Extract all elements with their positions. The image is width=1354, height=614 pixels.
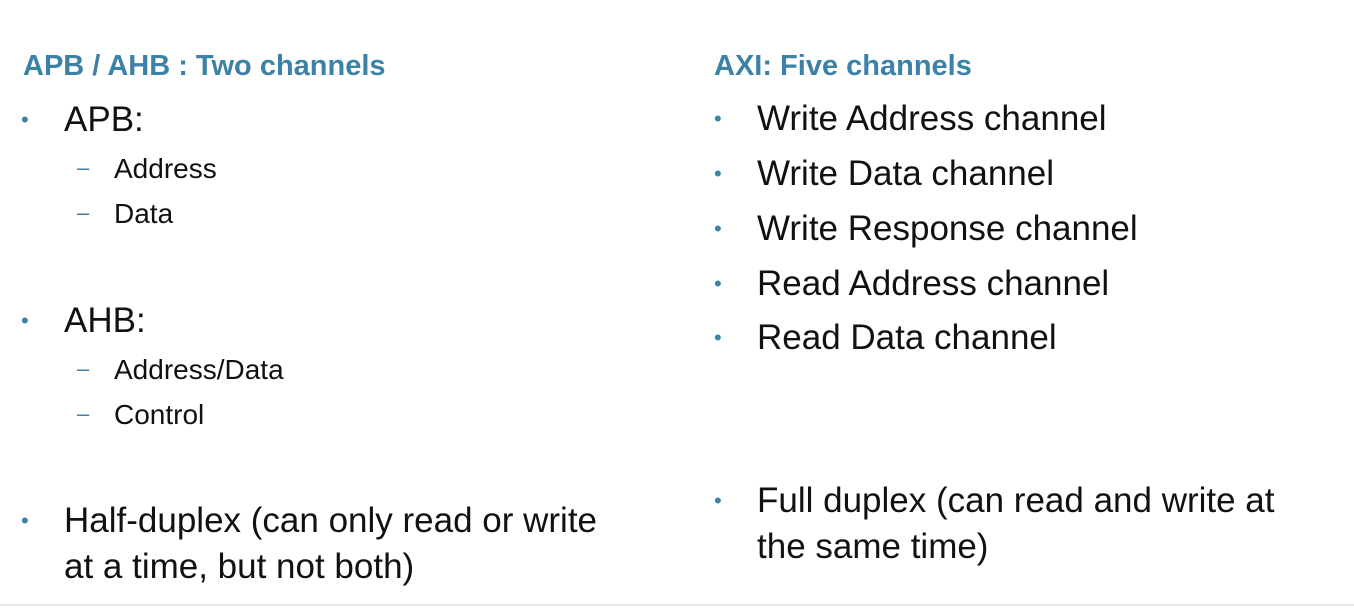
axi-channel-item: • Write Data channel <box>714 151 1055 197</box>
apb-sub-item: – Address <box>77 152 217 186</box>
apb-sub-label: Address <box>114 153 217 184</box>
axi-channel-item: • Write Address channel <box>714 96 1107 142</box>
bullet-dot-icon: • <box>21 107 29 132</box>
dash-icon: – <box>77 401 90 426</box>
bottom-divider <box>0 604 1354 606</box>
full-duplex-line-1: Full duplex (can read and write at <box>757 481 1275 520</box>
axi-channel-label: Write Data channel <box>757 154 1055 193</box>
half-duplex-line-1: Half-duplex (can only read or write <box>64 501 598 540</box>
half-duplex-line-2: at a time, but not both) <box>64 547 415 586</box>
bullet-dot-icon: • <box>714 106 722 131</box>
axi-channel-label: Write Response channel <box>757 209 1138 248</box>
axi-channel-item: • Write Response channel <box>714 206 1138 252</box>
bullet-dot-icon: • <box>714 271 722 296</box>
apb-sub-label: Data <box>114 198 174 229</box>
axi-channel-label: Read Data channel <box>757 318 1057 357</box>
ahb-sub-label: Address/Data <box>114 354 284 385</box>
bullet-dot-icon: • <box>714 216 722 241</box>
ahb-sub-item: – Control <box>77 398 205 432</box>
apb-bullet: • APB: <box>21 97 144 143</box>
bullet-dot-icon: • <box>714 325 722 350</box>
bullet-dot-icon: • <box>21 508 29 533</box>
axi-channel-label: Write Address channel <box>757 99 1107 138</box>
half-duplex-bullet: • Half-duplex (can only read or write at… <box>21 498 598 590</box>
ahb-sub-item: – Address/Data <box>77 353 284 387</box>
dash-icon: – <box>77 200 90 225</box>
axi-channel-item: • Read Address channel <box>714 261 1110 307</box>
right-column-title: AXI: Five channels <box>714 50 972 82</box>
axi-channel-item: • Read Data channel <box>714 315 1057 361</box>
bullet-dot-icon: • <box>21 308 29 333</box>
apb-label: APB: <box>64 100 144 139</box>
dash-icon: – <box>77 356 90 381</box>
ahb-label: AHB: <box>64 301 146 340</box>
left-column-title: APB / AHB : Two channels <box>23 50 386 82</box>
bullet-dot-icon: • <box>714 161 722 186</box>
ahb-bullet: • AHB: <box>21 298 146 344</box>
full-duplex-bullet: • Full duplex (can read and write at the… <box>714 478 1275 570</box>
ahb-sub-label: Control <box>114 399 205 430</box>
dash-icon: – <box>77 155 90 180</box>
bullet-dot-icon: • <box>714 488 722 513</box>
axi-channel-label: Read Address channel <box>757 264 1110 303</box>
full-duplex-line-2: the same time) <box>757 527 989 566</box>
slide: APB / AHB : Two channels • APB: – Addres… <box>0 0 1354 614</box>
apb-sub-item: – Data <box>77 197 174 231</box>
